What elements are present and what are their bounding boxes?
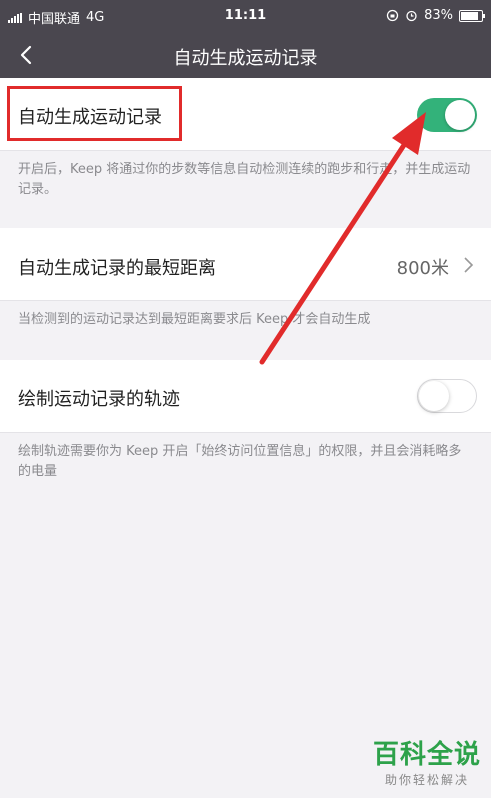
min-distance-label: 自动生成记录的最短距离 <box>18 258 216 279</box>
watermark-subtitle: 助你轻松解决 <box>384 773 469 787</box>
min-distance-row[interactable]: 自动生成记录的最短距离 800米 <box>0 228 491 301</box>
status-bar: 中国联通 4G 11:11 83% <box>0 0 491 32</box>
draw-track-toggle[interactable] <box>417 379 477 413</box>
annotation-highlight-box <box>7 86 182 141</box>
auto-record-description: 开启后，Keep 将通过你的步数等信息自动检测连续的跑步和行走，并生成运动记录。 <box>18 162 471 197</box>
watermark-title: 百科全说 <box>372 740 481 770</box>
toggle-knob <box>445 100 475 130</box>
toggle-knob <box>419 381 449 411</box>
draw-track-label: 绘制运动记录的轨迹 <box>18 389 180 410</box>
draw-track-row: 绘制运动记录的轨迹 <box>0 360 491 433</box>
rotation-lock-icon <box>386 9 399 22</box>
auto-record-toggle[interactable] <box>417 98 477 132</box>
battery-icon <box>459 9 485 22</box>
battery-level-fill <box>461 11 478 20</box>
battery-percent: 83% <box>424 8 453 23</box>
draw-track-description: 绘制轨迹需要你为 Keep 开启「始终访问位置信息」的权限，并且会消耗略多的电量 <box>18 444 462 479</box>
chevron-right-icon <box>464 257 474 273</box>
watermark-logo: 百科全说 助你轻松解决 <box>373 734 481 788</box>
min-distance-value: 800米 <box>396 258 449 279</box>
page-title: 自动生成运动记录 <box>173 48 318 69</box>
nav-bar: 自动生成运动记录 <box>0 32 491 78</box>
alarm-icon <box>406 10 417 22</box>
status-right: 83% <box>386 8 485 23</box>
min-distance-description: 当检测到的运动记录达到最短距离要求后 Keep 才会自动生成 <box>18 312 371 327</box>
